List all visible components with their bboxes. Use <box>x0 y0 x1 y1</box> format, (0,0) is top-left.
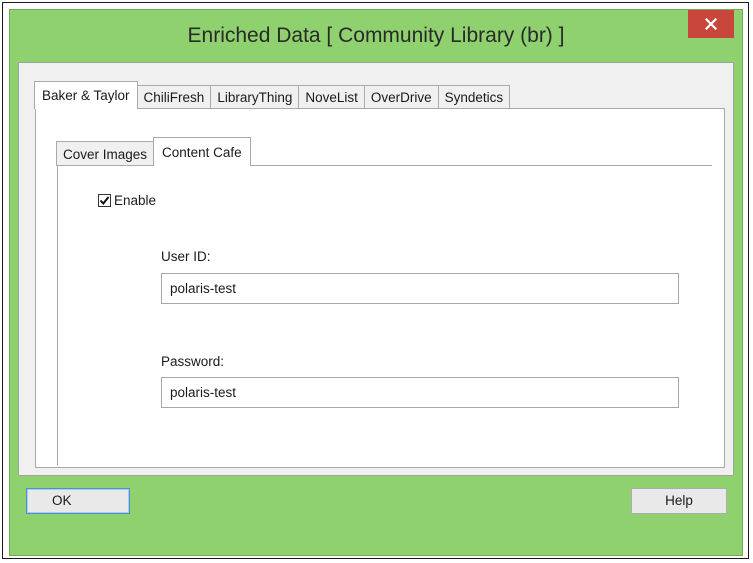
service-tab-strip: Cover Images Content Cafe <box>56 136 251 166</box>
tab-baker-taylor[interactable]: Baker & Taylor <box>34 81 138 109</box>
tab-novelist[interactable]: NoveList <box>298 85 365 109</box>
dialog-client-area: Baker & Taylor ChiliFresh LibraryThing N… <box>18 62 734 476</box>
tab-chilifresh[interactable]: ChiliFresh <box>136 85 212 109</box>
dialog-window: Enriched Data [ Community Library (br) ]… <box>9 9 743 556</box>
close-button[interactable] <box>688 10 734 38</box>
tab-librarything[interactable]: LibraryThing <box>210 85 300 109</box>
tab-content-cafe[interactable]: Content Cafe <box>153 137 251 166</box>
tab-cover-images[interactable]: Cover Images <box>56 141 155 166</box>
vendor-tab-panel: Cover Images Content Cafe Enable User ID… <box>35 108 725 468</box>
close-icon <box>705 18 717 30</box>
password-field[interactable] <box>161 377 679 408</box>
service-panel-left-border <box>57 165 58 465</box>
window-title: Enriched Data [ Community Library (br) ] <box>187 24 565 47</box>
ok-button[interactable]: OK <box>26 488 130 514</box>
enable-checkbox[interactable] <box>98 194 111 207</box>
enable-label: Enable <box>114 193 157 208</box>
title-bar[interactable]: Enriched Data [ Community Library (br) ] <box>10 10 742 62</box>
checkmark-icon <box>99 196 110 206</box>
enable-checkbox-row[interactable]: Enable <box>98 193 156 208</box>
vendor-tab-strip: Baker & Taylor ChiliFresh LibraryThing N… <box>34 81 511 109</box>
ok-button-label: OK <box>52 493 72 508</box>
user-id-field[interactable] <box>161 273 679 304</box>
password-label: Password: <box>161 354 225 369</box>
help-button[interactable]: Help <box>631 488 727 514</box>
user-id-label: User ID: <box>161 249 211 264</box>
tab-overdrive[interactable]: OverDrive <box>363 85 439 109</box>
tab-syndetics[interactable]: Syndetics <box>437 85 511 109</box>
